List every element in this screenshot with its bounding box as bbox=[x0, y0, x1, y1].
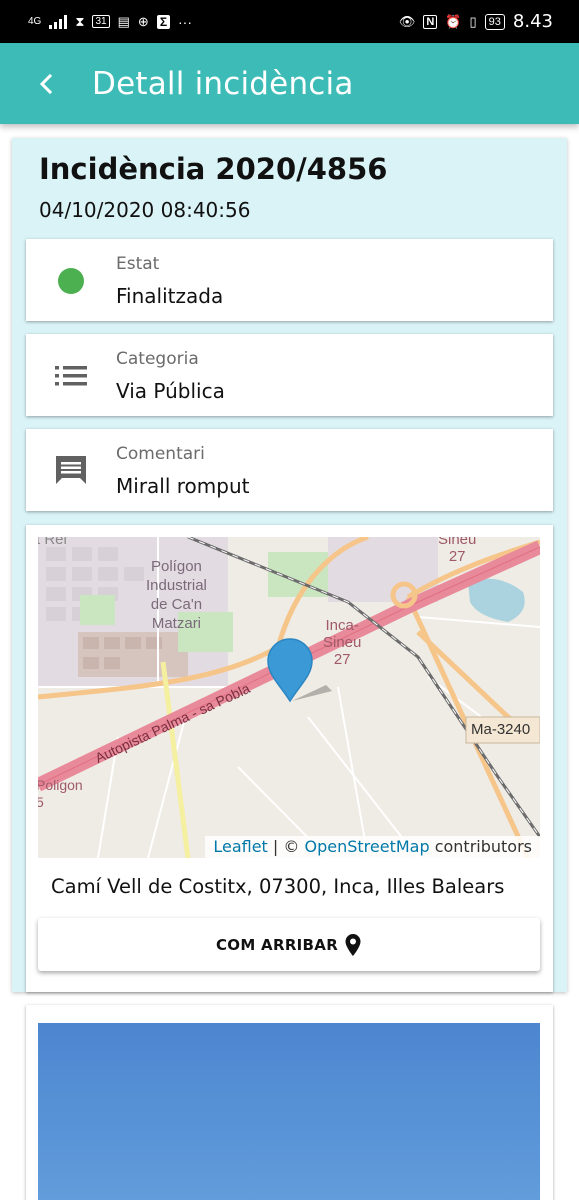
clock: 8.43 bbox=[512, 11, 553, 32]
chevron-left-icon bbox=[39, 73, 53, 94]
map-marker-icon[interactable] bbox=[266, 637, 336, 703]
status-bar-left: 4G ⧗ 31 ▤ ⊕ Σ ··· bbox=[28, 14, 192, 30]
attribution-separator: | © bbox=[267, 837, 305, 856]
comment-label: Comentari bbox=[116, 444, 205, 464]
status-bar-right: 👁 N ⏰ ▯ 93 8.43 bbox=[399, 11, 553, 32]
incident-photo[interactable] bbox=[38, 1023, 540, 1200]
comment-icon bbox=[54, 454, 88, 488]
status-bar: 4G ⧗ 31 ▤ ⊕ Σ ··· 👁 N ⏰ ▯ 93 8.43 bbox=[0, 0, 579, 43]
map-pin-icon bbox=[345, 933, 361, 956]
eye-icon: 👁 bbox=[398, 13, 416, 29]
address-text: Camí Vell de Costitx, 07300, Inca, Illes… bbox=[51, 875, 505, 898]
hourglass-icon: ⧗ bbox=[75, 13, 85, 29]
sigma-icon: Σ bbox=[156, 14, 171, 29]
map-label-top-left: t Rei bbox=[38, 537, 67, 548]
category-value: Via Pública bbox=[116, 379, 225, 403]
incident-card: Incidència 2020/4856 04/10/2020 08:40:56… bbox=[12, 138, 567, 992]
incident-title: Incidència 2020/4856 bbox=[39, 152, 388, 186]
network-indicator: 4G bbox=[28, 16, 42, 27]
photo-card bbox=[26, 1005, 553, 1200]
category-label: Categoria bbox=[116, 349, 199, 369]
category-card: Categoria Via Pública bbox=[26, 334, 553, 416]
leaflet-link[interactable]: Leaflet bbox=[213, 837, 267, 856]
map-label-sineu-top: Sineu 27 bbox=[438, 537, 477, 565]
vibrate-icon: ▯ bbox=[469, 13, 477, 29]
map[interactable]: t Rei Polígon Industrial de Ca'n Matzari… bbox=[38, 537, 540, 858]
status-dot-icon bbox=[54, 264, 88, 298]
nfc-icon: N bbox=[423, 14, 438, 29]
alarm-icon: ⏰ bbox=[445, 13, 462, 29]
back-button[interactable] bbox=[0, 43, 92, 124]
page-title: Detall incidència bbox=[92, 65, 354, 102]
battery-indicator: 93 bbox=[484, 13, 505, 30]
incident-datetime: 04/10/2020 08:40:56 bbox=[39, 198, 251, 222]
state-card: Estat Finalitzada bbox=[26, 239, 553, 321]
list-icon bbox=[54, 359, 88, 393]
signal-icon bbox=[49, 14, 68, 29]
state-value: Finalitzada bbox=[116, 284, 224, 308]
news-icon: ▤ bbox=[117, 13, 130, 29]
attribution-suffix: contributors bbox=[429, 837, 532, 856]
map-attribution: Leaflet | © OpenStreetMap contributors bbox=[205, 836, 540, 858]
more-notifications: ··· bbox=[178, 13, 193, 30]
map-label-industrial: Polígon Industrial de Ca'n Matzari bbox=[146, 558, 207, 632]
directions-button[interactable]: COM ARRIBAR bbox=[38, 918, 540, 971]
calendar-icon: 31 bbox=[92, 15, 110, 28]
map-label-road-shield: Ma-3240 bbox=[471, 721, 531, 738]
comment-card: Comentari Mirall romput bbox=[26, 429, 553, 511]
osm-link[interactable]: OpenStreetMap bbox=[304, 837, 429, 856]
state-label: Estat bbox=[116, 254, 160, 274]
comment-value: Mirall romput bbox=[116, 474, 250, 498]
app-bar: Detall incidència bbox=[0, 43, 579, 124]
globe-icon: ⊕ bbox=[137, 13, 149, 29]
directions-button-label: COM ARRIBAR bbox=[215, 935, 339, 954]
location-card: t Rei Polígon Industrial de Ca'n Matzari… bbox=[26, 525, 553, 992]
map-label-poligon-bottom: Poligon 5 bbox=[38, 777, 83, 810]
